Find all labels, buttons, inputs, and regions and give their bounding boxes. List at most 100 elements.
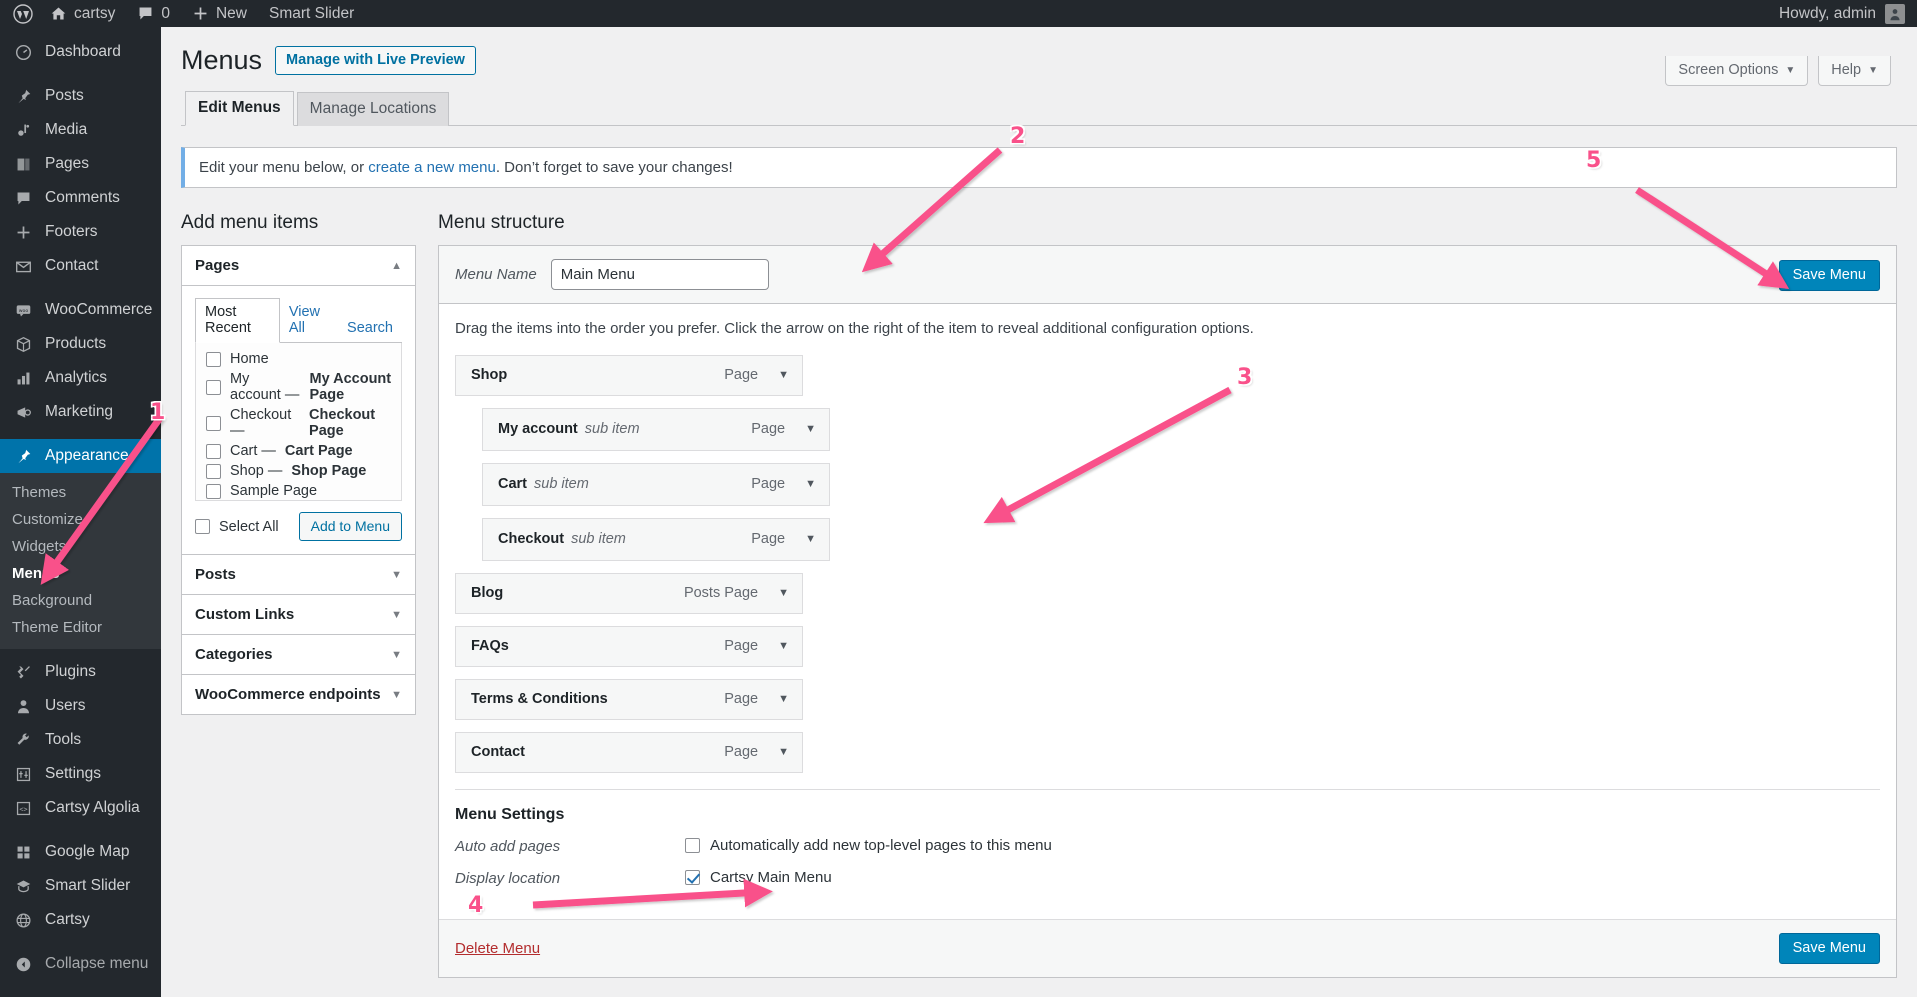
sidebar-label: Appearance <box>45 447 129 464</box>
chevron-down-icon[interactable]: ▼ <box>805 533 816 545</box>
sidebar-item-posts[interactable]: Posts <box>0 79 161 113</box>
list-item[interactable]: Sample Page <box>206 481 401 500</box>
add-to-menu-button[interactable]: Add to Menu <box>298 512 402 542</box>
auto-add-pages-control[interactable]: Automatically add new top-level pages to… <box>685 837 1052 854</box>
collapse-menu-button[interactable]: Collapse menu <box>0 947 161 981</box>
sidebar-item-woocommerce[interactable]: woo WooCommerce <box>0 293 161 327</box>
megaphone-icon <box>12 404 34 421</box>
help-button[interactable]: Help ▼ <box>1818 56 1891 86</box>
menu-item-row[interactable]: Blog Posts Page ▼ <box>455 573 803 615</box>
page-checkbox[interactable] <box>206 443 221 459</box>
list-item[interactable]: Shop — Shop Page <box>206 461 401 481</box>
chevron-down-icon[interactable]: ▼ <box>778 640 789 652</box>
sidebar-item-smart-slider[interactable]: Smart Slider <box>0 869 161 903</box>
new-content-button[interactable]: New <box>181 0 258 27</box>
chevron-down-icon[interactable]: ▼ <box>805 423 816 435</box>
chevron-down-icon[interactable]: ▼ <box>778 693 789 705</box>
menu-item-row[interactable]: Checkout sub item Page ▼ <box>482 518 830 562</box>
menu-item-title: Contact <box>471 744 525 761</box>
sidebar-item-users[interactable]: Users <box>0 689 161 723</box>
page-checkbox[interactable] <box>206 351 221 367</box>
sidebar-item-analytics[interactable]: Analytics <box>0 361 161 395</box>
chevron-down-icon[interactable]: ▼ <box>805 478 816 490</box>
screen-options-button[interactable]: Screen Options ▼ <box>1665 56 1809 86</box>
chevron-up-icon: ▲ <box>391 259 402 272</box>
accordion-header-custom-links[interactable]: Custom Links ▼ <box>182 595 415 636</box>
submenu-item-background[interactable]: Background <box>0 587 161 614</box>
display-location-control[interactable]: Cartsy Main Menu <box>685 869 832 886</box>
save-menu-button-top[interactable]: Save Menu <box>1778 260 1880 292</box>
tab-edit-menus[interactable]: Edit Menus <box>185 91 294 127</box>
howdy-label[interactable]: Howdy, admin <box>1779 5 1876 23</box>
pages-tab-view-all[interactable]: View All <box>280 299 338 342</box>
bars-icon <box>12 370 34 387</box>
sidebar-item-tools[interactable]: Tools <box>0 723 161 757</box>
list-item[interactable]: Home <box>206 349 401 369</box>
comments-button[interactable]: 0 <box>126 0 181 27</box>
sidebar-item-products[interactable]: Products <box>0 327 161 361</box>
create-new-menu-link[interactable]: create a new menu <box>368 159 496 176</box>
submenu-item-themes[interactable]: Themes <box>0 479 161 506</box>
page-checkbox[interactable] <box>206 415 221 431</box>
tab-manage-locations[interactable]: Manage Locations <box>296 92 450 127</box>
list-item[interactable]: Cart — Cart Page <box>206 441 401 461</box>
pages-tab-search[interactable]: Search <box>338 315 402 342</box>
sidebar-item-google-map[interactable]: Google Map <box>0 835 161 869</box>
smart-slider-button[interactable]: Smart Slider <box>258 0 365 27</box>
menu-item-type: Posts Page <box>683 585 759 602</box>
avatar[interactable] <box>1885 3 1905 24</box>
sidebar-item-cartsy-algolia[interactable]: <> Cartsy Algolia <box>0 791 161 825</box>
list-item[interactable]: My account — My Account Page <box>206 369 401 405</box>
sidebar-item-cartsy[interactable]: Cartsy <box>0 903 161 937</box>
accordion-header-posts[interactable]: Posts ▼ <box>182 555 415 596</box>
accordion-header-categories[interactable]: Categories ▼ <box>182 635 415 676</box>
sidebar-item-settings[interactable]: Settings <box>0 757 161 791</box>
sidebar-item-plugins[interactable]: Plugins <box>0 655 161 689</box>
menu-item-type: Page <box>724 638 759 655</box>
pages-checkbox-list[interactable]: Home My account — My Account Page Checko… <box>195 343 402 502</box>
menu-item-row[interactable]: My account sub item Page ▼ <box>482 408 830 452</box>
page-checkbox[interactable] <box>206 483 221 499</box>
sidebar-item-contact[interactable]: Contact <box>0 249 161 283</box>
submenu-item-widgets[interactable]: Widgets <box>0 533 161 560</box>
collapse-label: Collapse menu <box>45 955 149 972</box>
wordpress-logo-button[interactable] <box>0 0 39 27</box>
select-all-control[interactable]: Select All <box>195 519 279 535</box>
chevron-down-icon[interactable]: ▼ <box>778 587 789 599</box>
chevron-down-icon[interactable]: ▼ <box>778 369 789 381</box>
accordion-header-woocommerce-endpoints[interactable]: WooCommerce endpoints ▼ <box>182 675 415 715</box>
sidebar-item-media[interactable]: Media <box>0 113 161 147</box>
sidebar-item-comments[interactable]: Comments <box>0 181 161 215</box>
manage-live-preview-button[interactable]: Manage with Live Preview <box>275 46 476 76</box>
sidebar-label: Dashboard <box>45 43 121 60</box>
menu-item-row[interactable]: FAQs Page ▼ <box>455 626 803 668</box>
menu-item-type: Page <box>724 367 759 384</box>
chevron-down-icon[interactable]: ▼ <box>778 746 789 758</box>
sidebar-item-dashboard[interactable]: Dashboard <box>0 35 161 69</box>
accordion-header-pages[interactable]: Pages ▲ <box>182 246 415 287</box>
save-menu-button-bottom[interactable]: Save Menu <box>1778 933 1880 965</box>
page-checkbox[interactable] <box>206 463 221 479</box>
menu-item-row[interactable]: Cart sub item Page ▼ <box>482 463 830 507</box>
sidebar-item-footers[interactable]: Footers <box>0 215 161 249</box>
delete-menu-link[interactable]: Delete Menu <box>455 940 540 957</box>
menu-item-row[interactable]: Contact Page ▼ <box>455 732 803 774</box>
menu-item-row[interactable]: Shop Page ▼ <box>455 355 803 397</box>
sidebar-item-appearance[interactable]: Appearance <box>0 439 169 473</box>
auto-add-pages-checkbox[interactable] <box>685 838 700 854</box>
menu-item-row[interactable]: Terms & Conditions Page ▼ <box>455 679 803 721</box>
site-name-button[interactable]: cartsy <box>39 0 126 27</box>
submenu-item-theme-editor[interactable]: Theme Editor <box>0 614 161 641</box>
submenu-item-menus[interactable]: Menus <box>0 560 161 587</box>
list-item[interactable]: Checkout — Checkout Page <box>206 405 401 441</box>
menu-name-input[interactable] <box>550 259 769 291</box>
display-location-checkbox[interactable] <box>685 870 700 886</box>
menu-item-title: Shop <box>471 367 508 384</box>
submenu-item-customize[interactable]: Customize <box>0 506 161 533</box>
sidebar-item-pages[interactable]: Pages <box>0 147 161 181</box>
page-label-suffix: Cart Page <box>284 443 353 460</box>
sidebar-item-marketing[interactable]: Marketing <box>0 395 161 429</box>
pages-tab-most-recent[interactable]: Most Recent <box>195 298 280 344</box>
select-all-checkbox[interactable] <box>195 519 210 535</box>
page-checkbox[interactable] <box>206 379 221 395</box>
